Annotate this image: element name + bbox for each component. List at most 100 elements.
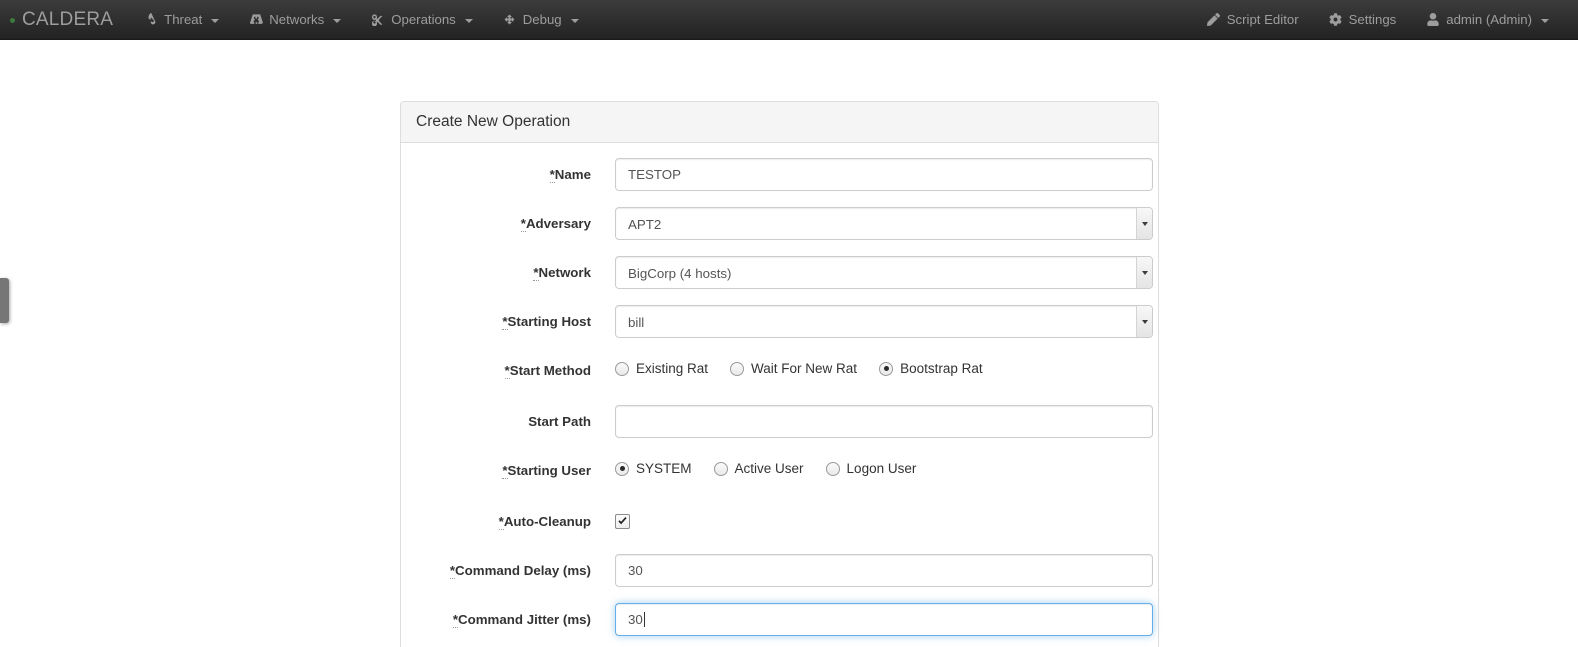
brand-caldera[interactable]: CALDERA — [0, 0, 129, 39]
chevron-down-icon — [570, 18, 579, 23]
nav-item-operations[interactable]: Operations — [356, 0, 488, 39]
command-jitter-input[interactable]: 30 — [615, 603, 1153, 636]
chevron-down-icon — [211, 18, 220, 23]
nav-item-threat[interactable]: Threat — [129, 0, 234, 39]
radio-wait-for-new-rat-label: Wait For New Rat — [751, 361, 858, 376]
field-row-start-path: Start Path — [416, 405, 1153, 439]
label-command-jitter: *Command Jitter (ms) — [416, 603, 606, 630]
field-row-command-jitter: *Command Jitter (ms) 30 — [416, 603, 1153, 637]
control-start-path — [606, 405, 1153, 438]
chevron-down-icon — [333, 18, 342, 23]
label-name: *Name — [416, 158, 606, 185]
control-starting-user: SYSTEM Active User Logon User — [606, 454, 1143, 476]
brand-label: CALDERA — [22, 8, 114, 30]
name-input-value: TESTOP — [628, 167, 681, 182]
label-start-method: *Start Method — [416, 354, 606, 381]
label-auto-cleanup-text: Auto-Cleanup — [503, 514, 591, 529]
nav-item-user-label: admin (Admin) — [1446, 12, 1532, 27]
nav-item-settings[interactable]: Settings — [1314, 0, 1412, 39]
scissors-icon — [371, 13, 385, 27]
road-icon — [249, 13, 263, 27]
nav-item-debug-label: Debug — [522, 12, 562, 27]
navbar-left-group: CALDERA Threat Networks Operations Debug — [0, 0, 594, 39]
starting-user-radio-group: SYSTEM Active User Logon User — [615, 454, 1143, 476]
starting-host-select[interactable]: bill — [615, 305, 1153, 338]
radio-icon-selected — [615, 461, 629, 476]
radio-system-label: SYSTEM — [636, 461, 692, 476]
network-select-value: BigCorp (4 hosts) — [615, 256, 1153, 289]
starting-host-select-value: bill — [615, 305, 1153, 338]
nav-item-debug[interactable]: Debug — [488, 0, 594, 39]
top-navbar: CALDERA Threat Networks Operations Debug… — [0, 0, 1578, 40]
radio-logon-user-label: Logon User — [846, 461, 917, 476]
command-delay-input[interactable]: 30 — [615, 554, 1153, 587]
radio-icon — [730, 361, 745, 376]
label-adversary: *Adversary — [416, 207, 606, 234]
radio-system[interactable]: SYSTEM — [615, 461, 692, 476]
control-command-delay: 30 — [606, 554, 1153, 587]
navbar-right-group: Script Editor Settings admin (Admin) — [1192, 0, 1578, 39]
label-start-path: Start Path — [416, 405, 606, 432]
nav-item-networks[interactable]: Networks — [234, 0, 356, 39]
radio-bootstrap-rat-label: Bootstrap Rat — [900, 361, 983, 376]
label-command-delay-text: Command Delay (ms) — [455, 563, 591, 578]
label-start-path-text: Start Path — [528, 414, 591, 429]
control-network: BigCorp (4 hosts) — [606, 256, 1153, 289]
nav-item-script-editor-label: Script Editor — [1226, 12, 1299, 27]
label-name-text: Name — [554, 167, 591, 182]
field-row-starting-user: *Starting User SYSTEM Active User Logon … — [416, 454, 1143, 488]
network-select[interactable]: BigCorp (4 hosts) — [615, 256, 1153, 289]
label-starting-user-text: Starting User — [507, 463, 592, 478]
label-command-delay: *Command Delay (ms) — [416, 554, 606, 581]
radio-active-user-label: Active User — [734, 461, 804, 476]
nav-item-settings-label: Settings — [1348, 12, 1397, 27]
radio-icon — [825, 461, 840, 476]
command-delay-input-value: 30 — [628, 563, 643, 578]
label-adversary-text: Adversary — [525, 216, 591, 231]
radio-active-user[interactable]: Active User — [713, 461, 804, 476]
radio-bootstrap-rat[interactable]: Bootstrap Rat — [879, 361, 983, 376]
sidebar-toggle-handle[interactable] — [0, 278, 9, 323]
label-command-jitter-text: Command Jitter (ms) — [458, 612, 591, 627]
field-row-auto-cleanup: *Auto-Cleanup — [416, 505, 1143, 539]
label-starting-host: *Starting Host — [416, 305, 606, 332]
adversary-select-value: APT2 — [615, 207, 1153, 240]
radio-icon-selected — [879, 361, 894, 376]
nav-item-script-editor[interactable]: Script Editor — [1192, 0, 1314, 39]
nav-item-threat-label: Threat — [164, 12, 203, 27]
field-row-starting-host: *Starting Host bill — [416, 305, 1153, 339]
nav-item-operations-label: Operations — [391, 12, 456, 27]
control-auto-cleanup — [606, 505, 1143, 532]
control-adversary: APT2 — [606, 207, 1153, 240]
text-cursor — [643, 612, 645, 627]
control-command-jitter: 30 — [606, 603, 1153, 636]
chevron-down-icon — [1541, 18, 1549, 23]
field-row-network: *Network BigCorp (4 hosts) — [416, 256, 1153, 290]
pencil-icon — [1207, 13, 1221, 27]
create-operation-form: *Name TESTOP *Adversary APT2 *Network Bi… — [401, 143, 1158, 647]
adversary-select[interactable]: APT2 — [615, 207, 1153, 240]
radio-logon-user[interactable]: Logon User — [825, 461, 917, 476]
radio-wait-for-new-rat[interactable]: Wait For New Rat — [730, 361, 857, 376]
nav-item-networks-label: Networks — [269, 12, 325, 27]
auto-cleanup-checkbox[interactable] — [615, 514, 630, 529]
label-starting-host-text: Starting Host — [507, 314, 591, 329]
control-name: TESTOP — [606, 158, 1153, 191]
command-jitter-input-value: 30 — [628, 612, 643, 627]
control-start-method: Existing Rat Wait For New Rat Bootstrap … — [606, 354, 1143, 376]
start-path-input[interactable] — [615, 405, 1153, 438]
user-icon — [1426, 13, 1440, 27]
label-start-method-text: Start Method — [509, 363, 591, 378]
field-row-name: *Name TESTOP — [416, 158, 1153, 192]
label-network: *Network — [416, 256, 606, 283]
field-row-start-method: *Start Method Existing Rat Wait For New … — [416, 354, 1143, 388]
radio-existing-rat[interactable]: Existing Rat — [615, 361, 708, 376]
check-icon — [618, 516, 627, 525]
gear-icon — [1329, 13, 1343, 27]
flame-icon — [144, 13, 158, 27]
nav-item-user-menu[interactable]: admin (Admin) — [1411, 0, 1564, 39]
panel-title: Create New Operation — [401, 102, 1158, 143]
create-operation-panel: Create New Operation *Name TESTOP *Adver… — [400, 101, 1159, 647]
move-icon — [503, 13, 517, 27]
name-input[interactable]: TESTOP — [615, 158, 1153, 191]
